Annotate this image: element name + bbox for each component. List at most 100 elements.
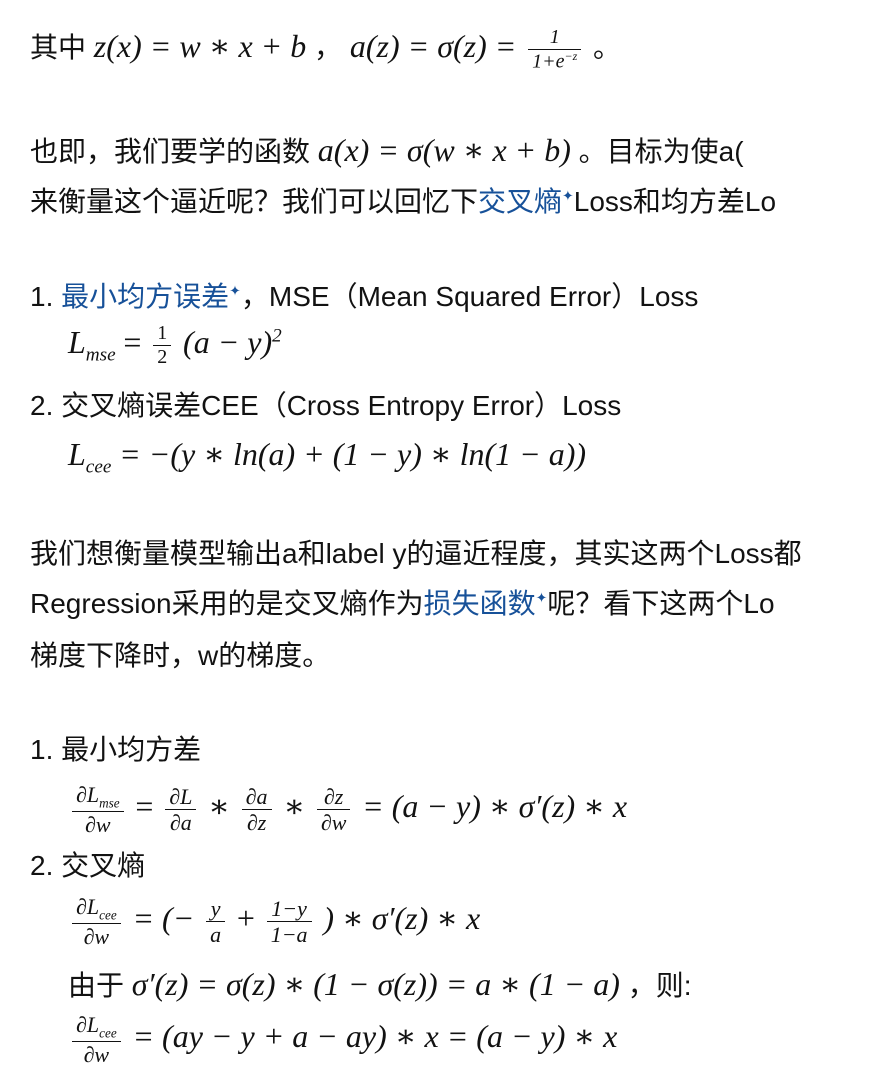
cee-final-lhs-num-body: ∂L xyxy=(76,1012,100,1037)
mse-half: 1 2 xyxy=(153,322,172,369)
para-2-line-2: 来衡量这个逼近呢？我们可以回忆下交叉熵✦Loss和均方差Lo xyxy=(30,188,776,216)
since-suffix: ，则: xyxy=(627,970,692,1001)
mse-rhs: (a − y)2 xyxy=(183,324,282,360)
cee-grad-y: y xyxy=(206,896,226,922)
cee-grad-y-over-a: y a xyxy=(206,896,226,948)
para-1-end: 。 xyxy=(593,32,622,64)
para-3-l2-suffix: 呢？看下这两个Lo xyxy=(547,588,775,619)
mse-eq: = xyxy=(123,323,142,360)
cee-grad-second-num: 1−y xyxy=(266,896,312,922)
since-line: 由于 σ′(z) = σ(z) ∗ (1 − σ(z)) = a ∗ (1 − … xyxy=(68,968,692,1000)
mse-grad-lhs: ∂Lmse ∂w xyxy=(72,782,124,837)
list-1-item-2-num: 2. xyxy=(30,390,54,421)
sigmoid-den: 1+e−z xyxy=(528,49,581,74)
loss-function-link[interactable]: 损失函数 xyxy=(424,588,536,619)
cee-final-lhs: ∂Lcee ∂w xyxy=(72,1012,121,1067)
since-prefix: 由于 xyxy=(68,970,125,1001)
mse-grad-a-den: ∂a xyxy=(169,809,192,835)
cee-lhs-L: L xyxy=(68,436,86,472)
mse-grad-lhs-num-body: ∂L xyxy=(76,782,100,807)
list-2-item-1-num: 1. xyxy=(30,734,54,765)
since-math: σ′(z) = σ(z) ∗ (1 − σ(z)) = a ∗ (1 − a) xyxy=(131,966,620,1002)
cee-grad-plus: + xyxy=(236,899,255,936)
cee-grad-lhs-num-body: ∂L xyxy=(76,894,100,919)
mse-lhs-sub: mse xyxy=(85,344,116,366)
para-3-line-2: Regression采用的是交叉熵作为损失函数✦呢？看下这两个Lo xyxy=(30,590,775,618)
cee-lhs-sub: cee xyxy=(85,456,112,478)
para-2-l2-suffix: Loss和均方差Lo xyxy=(573,186,777,217)
list-1-item-1-text: ，MSE（Mean Squared Error）Loss xyxy=(240,281,699,312)
cee-grad-second: 1−y 1−a xyxy=(266,896,312,948)
list-1-item-1-num: 1. xyxy=(30,281,54,312)
para-2-line-1: 也即，我们要学的函数 a(x) = σ(w ∗ x + b) 。目标为使a( xyxy=(30,134,744,166)
list-2-item-2-text: 交叉熵 xyxy=(61,850,146,881)
list-1-item-2: 2. 交叉熵误差CEE（Cross Entropy Error）Loss xyxy=(30,392,621,420)
cee-gradient-formula: ∂Lcee ∂w = (− y a + 1−y 1−a ) ∗ σ′(z) ∗ … xyxy=(68,894,480,949)
mse-gradient-formula: ∂Lmse ∂w = ∂L ∂a ∗ ∂a ∂z ∗ ∂z ∂w = (a − … xyxy=(68,782,627,837)
para-2-suffix: 。目标为使a( xyxy=(578,136,744,167)
para-2-l2-prefix: 来衡量这个逼近呢？我们可以回忆下 xyxy=(30,186,479,217)
sparkle-icon: ✦ xyxy=(562,187,574,204)
cee-grad-rhs: ) ∗ σ′(z) ∗ x xyxy=(323,899,481,936)
mse-grad-lhs-den: ∂w xyxy=(85,811,111,837)
cee-grad-second-den: 1−a xyxy=(270,921,308,947)
cee-final-lhs-den: ∂w xyxy=(83,1041,110,1067)
mse-grad-a: ∂L ∂a xyxy=(165,784,197,836)
cross-entropy-link[interactable]: 交叉熵 xyxy=(478,186,562,217)
mse-rhs-body: (a − y) xyxy=(183,323,273,360)
sparkle-icon: ✦ xyxy=(535,589,548,606)
mse-grad-lhs-num: ∂Lmse xyxy=(72,782,124,812)
mse-grad-c-den: ∂w xyxy=(320,809,347,835)
cee-rhs: = −(y ∗ ln(a) + (1 − y) ∗ ln(1 − a)) xyxy=(119,436,587,472)
para-3-l2-prefix: Regression采用的是交叉熵作为 xyxy=(30,588,424,619)
mse-grad-c-num: ∂z xyxy=(316,784,351,810)
cee-grad-lhs-num-sub: cee xyxy=(99,907,117,923)
mse-grad-times-2: ∗ xyxy=(283,787,306,824)
mse-grad-c: ∂z ∂w xyxy=(316,784,351,836)
mse-formula: Lmse = 1 2 (a − y)2 xyxy=(68,322,282,369)
mse-link[interactable]: 最小均方误差 xyxy=(61,281,229,312)
cee-formula: Lcee = −(y ∗ ln(a) + (1 − y) ∗ ln(1 − a)… xyxy=(68,438,586,477)
sigmoid-fraction: 1 1+e−z xyxy=(528,26,582,74)
mse-lhs: Lmse xyxy=(68,323,116,364)
mse-grad-eq: = xyxy=(135,787,154,824)
cee-grad-lhs: ∂Lcee ∂w xyxy=(72,894,121,949)
para-1-line: 其中 z(x) = w ∗ x + b ， a(z) = σ(z) = 1 1+… xyxy=(30,26,621,74)
list-2-item-2-num: 2. xyxy=(30,850,54,881)
cee-grad-lhs-num: ∂Lcee xyxy=(72,894,121,924)
para-1-sep: ， xyxy=(314,32,343,64)
cee-final-lhs-num: ∂Lcee xyxy=(72,1012,121,1042)
cee-final-formula: ∂Lcee ∂w = (ay − y + a − ay) ∗ x = (a − … xyxy=(68,1012,617,1067)
sigmoid-den-base: 1+e xyxy=(532,50,565,73)
cee-grad-eq: = (− xyxy=(132,899,195,936)
mse-grad-rhs: = (a − y) ∗ σ′(z) ∗ x xyxy=(362,787,628,824)
cee-grad-a: a xyxy=(210,921,222,947)
cee-final-lhs-num-sub: cee xyxy=(99,1025,117,1041)
list-2-item-2: 2. 交叉熵 xyxy=(30,852,145,880)
sigmoid-num: 1 xyxy=(528,26,582,50)
mse-grad-lhs-num-sub: mse xyxy=(99,795,120,811)
cee-grad-lhs-den: ∂w xyxy=(83,923,110,949)
sigmoid-den-exp: −z xyxy=(564,49,578,63)
a-equation: a(z) = σ(z) = xyxy=(349,28,517,65)
list-2-item-1: 1. 最小均方差 xyxy=(30,736,201,764)
sparkle-icon: ✦ xyxy=(229,282,241,299)
list-1-item-2-text: 交叉熵误差CEE（Cross Entropy Error）Loss xyxy=(61,390,622,421)
para-1-prefix: 其中 xyxy=(30,32,87,64)
mse-half-den: 2 xyxy=(157,346,168,368)
mse-half-num: 1 xyxy=(153,322,172,346)
cee-final-rhs: = (ay − y + a − ay) ∗ x = (a − y) ∗ x xyxy=(132,1017,618,1054)
mse-grad-b-den: ∂z xyxy=(246,809,267,835)
para-3-line-3: 梯度下降时，w的梯度。 xyxy=(30,640,331,671)
mse-lhs-L: L xyxy=(68,323,86,360)
mse-grad-b: ∂a ∂z xyxy=(241,784,272,836)
mse-grad-times-1: ∗ xyxy=(208,787,230,824)
para-3-line-1: 我们想衡量模型输出a和label y的逼近程度，其实这两个Loss都 xyxy=(30,538,802,569)
list-2-item-1-text: 最小均方差 xyxy=(61,734,202,765)
mse-grad-a-num: ∂L xyxy=(165,784,197,810)
list-1-item-1: 1. 最小均方误差✦，MSE（Mean Squared Error）Loss xyxy=(30,283,698,311)
mse-rhs-pow: 2 xyxy=(272,325,282,347)
z-equation: z(x) = w ∗ x + b xyxy=(93,28,307,65)
mse-grad-b-num: ∂a xyxy=(241,784,272,810)
para-2-prefix: 也即，我们要学的函数 xyxy=(30,136,311,167)
